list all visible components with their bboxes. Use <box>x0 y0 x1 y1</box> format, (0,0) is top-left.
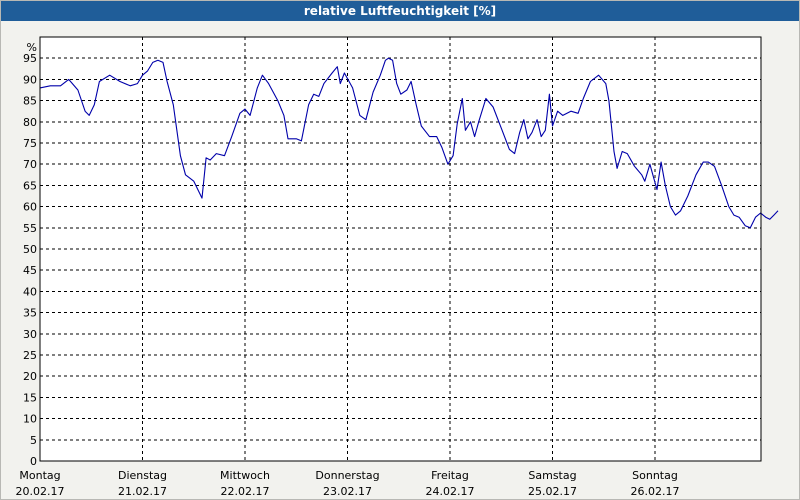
x-tick-day: Freitag <box>431 469 469 482</box>
x-tick-date: 23.02.17 <box>323 485 372 498</box>
y-tick-label: 25 <box>23 349 37 362</box>
y-tick-label: 40 <box>23 285 37 298</box>
y-axis-unit-label: % <box>27 41 37 54</box>
y-tick-label: 0 <box>30 455 37 468</box>
x-tick-day: Samstag <box>528 469 576 482</box>
y-tick-label: 65 <box>23 179 37 192</box>
y-tick-label: 45 <box>23 264 37 277</box>
y-tick-label: 90 <box>23 73 37 86</box>
x-tick-day: Donnerstag <box>315 469 379 482</box>
y-tick-label: 20 <box>23 370 37 383</box>
x-tick-day: Mittwoch <box>220 469 270 482</box>
y-tick-label: 60 <box>23 201 37 214</box>
x-tick-date: 24.02.17 <box>426 485 475 498</box>
y-tick-label: 55 <box>23 222 37 235</box>
y-tick-label: 80 <box>23 116 37 129</box>
y-tick-labels: 0 5 10 15 20 25 30 35 40 45 50 55 60 65 70 75 80 85 90 95 <box>23 52 37 468</box>
humidity-chart: 0 5 10 15 20 25 30 35 40 45 50 55 60 65 70 75 80 85 90 95 M… <box>16 36 779 498</box>
x-tick-labels: Montag 20.02.17 Dienstag 21.02.17 Mittwoch 22… <box>16 469 680 498</box>
y-tick-label: 10 <box>23 413 37 426</box>
y-tick-label: 75 <box>23 137 37 150</box>
y-tick-label: 5 <box>30 434 37 447</box>
y-tick-label: 15 <box>23 391 37 404</box>
y-tick-label: 95 <box>23 52 37 65</box>
x-tick-day: Dienstag <box>118 469 167 482</box>
x-tick-date: 25.02.17 <box>528 485 577 498</box>
x-tick-day: Montag <box>19 469 60 482</box>
y-tick-label: 35 <box>23 307 37 320</box>
y-tick-label: 85 <box>23 95 37 108</box>
grid <box>40 37 761 461</box>
x-tick-date: 20.02.17 <box>16 485 65 498</box>
x-tick-date: 21.02.17 <box>118 485 167 498</box>
y-tick-label: 50 <box>23 243 37 256</box>
x-tick-date: 26.02.17 <box>631 485 680 498</box>
y-tick-label: 30 <box>23 328 37 341</box>
x-tick-date: 22.02.17 <box>221 485 270 498</box>
y-tick-label: 70 <box>23 158 37 171</box>
chart-window: relative Luftfeuchtigkeit [%] 0 5 10 15 20 25… <box>0 0 800 500</box>
x-tick-day: Sonntag <box>632 469 678 482</box>
